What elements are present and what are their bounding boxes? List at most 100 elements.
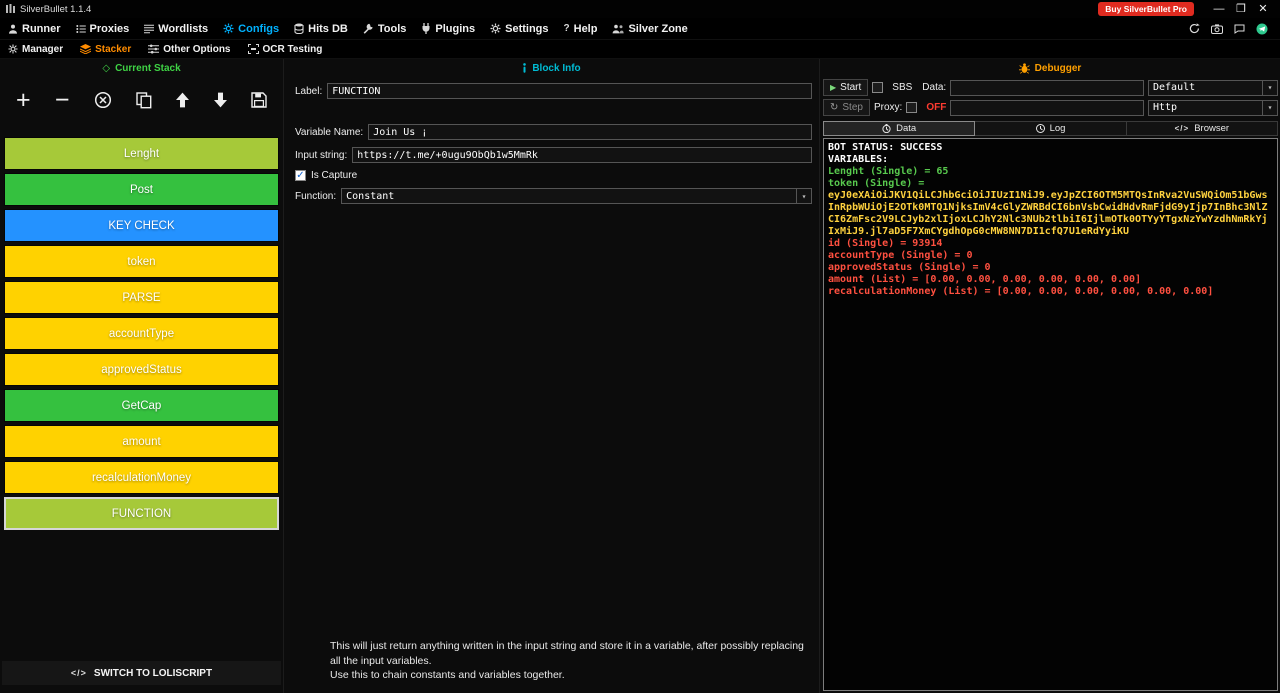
camera-icon[interactable] (1211, 24, 1223, 34)
log-line: accountType (Single) = 0 (828, 250, 1273, 262)
log-line: token (Single) = (828, 178, 1273, 190)
stacker-panel: ◇ Current Stack + − Lenght Post KEY CHEC… (0, 59, 283, 693)
code-icon: </> (1175, 124, 1190, 133)
tab-log[interactable]: Log (975, 121, 1126, 136)
log-line: BOT STATUS: SUCCESS (828, 142, 1273, 154)
close-button[interactable]: ✕ (1252, 0, 1274, 18)
sbs-checkbox[interactable] (872, 82, 883, 93)
proxy-checkbox[interactable] (906, 102, 917, 113)
debugger-panel: Debugger ▶ Start SBS Data: Default ▾ ↻ (819, 59, 1280, 693)
stack-block[interactable]: accountType (4, 317, 279, 350)
maximize-button[interactable]: ❒ (1230, 0, 1252, 18)
menu-configs[interactable]: Configs (223, 23, 279, 35)
bug-icon (1019, 63, 1030, 74)
stack-block[interactable]: token (4, 245, 279, 278)
clone-block-button[interactable] (136, 92, 152, 109)
stack-block[interactable]: KEY CHECK (4, 209, 279, 242)
proxy-type-dropdown[interactable]: Http ▾ (1148, 100, 1278, 116)
log-line: VARIABLES: (828, 154, 1273, 166)
stack-block-list: Lenght Post KEY CHECK token PARSE accoun… (0, 123, 283, 533)
menu-settings[interactable]: Settings (490, 23, 548, 35)
window-title: SilverBullet 1.1.4 (20, 4, 91, 15)
log-line: Lenght (Single) = 65 (828, 166, 1273, 178)
stack-toolbar: + − (0, 77, 283, 123)
menu-tools[interactable]: Tools (363, 23, 407, 35)
settings-icon (490, 23, 501, 34)
manager-icon (8, 44, 18, 54)
submenu-manager[interactable]: Manager (8, 44, 63, 55)
code-icon: </> (71, 668, 87, 678)
stack-block[interactable]: amount (4, 425, 279, 458)
log-line: amount (List) = [0.00, 0.00, 0.00, 0.00,… (828, 274, 1273, 286)
titlebar: SilverBullet 1.1.4 Buy SilverBullet Pro … (0, 0, 1280, 18)
block-info-panel: Block Info Label: Variable Name: Input s… (283, 59, 819, 693)
debugger-log[interactable]: BOT STATUS: SUCCESS VARIABLES: Lenght (S… (823, 138, 1278, 691)
runner-icon (8, 24, 18, 34)
wordlist-type-dropdown[interactable]: Default ▾ (1148, 80, 1278, 96)
clear-stack-button[interactable] (94, 91, 112, 109)
proxies-icon (76, 24, 86, 34)
stacker-icon (80, 44, 91, 54)
debugger-header: Debugger (820, 59, 1280, 77)
function-label: Function: (295, 191, 336, 202)
function-dropdown[interactable]: Constant ▾ (341, 188, 812, 204)
debug-data-input[interactable] (950, 80, 1144, 96)
menu-wordlists[interactable]: Wordlists (144, 23, 208, 35)
input-string-input[interactable] (352, 147, 812, 163)
stopwatch-icon (882, 124, 891, 133)
log-line: approvedStatus (Single) = 0 (828, 262, 1273, 274)
is-capture-checkbox[interactable]: ✓ (295, 170, 306, 181)
tab-browser[interactable]: </> Browser (1127, 121, 1278, 136)
stack-block[interactable]: Lenght (4, 137, 279, 170)
stack-block[interactable]: PARSE (4, 281, 279, 314)
silver-zone-icon (612, 24, 624, 34)
diamond-icon: ◇ (102, 63, 110, 74)
block-info-header: Block Info (284, 59, 819, 77)
submenu-ocr-testing[interactable]: OCR Testing (248, 44, 323, 55)
stack-block[interactable]: recalculationMoney (4, 461, 279, 494)
main-area: ◇ Current Stack + − Lenght Post KEY CHEC… (0, 59, 1280, 693)
add-block-button[interactable]: + (16, 90, 31, 110)
stack-block[interactable]: GetCap (4, 389, 279, 422)
plugins-icon (421, 23, 431, 34)
label-field-input[interactable] (327, 83, 812, 99)
step-icon: ↻ (830, 102, 838, 113)
stack-block-selected[interactable]: FUNCTION (4, 497, 279, 530)
step-button[interactable]: ↻ Step (823, 99, 870, 116)
chevron-down-icon: ▾ (1262, 101, 1277, 115)
move-up-button[interactable] (176, 92, 189, 108)
submenu-other-options[interactable]: Other Options (148, 44, 230, 55)
stack-header: ◇ Current Stack (0, 59, 283, 77)
chevron-down-icon: ▾ (1262, 81, 1277, 95)
menu-proxies[interactable]: Proxies (76, 23, 130, 35)
menu-plugins[interactable]: Plugins (421, 23, 475, 35)
telegram-icon[interactable] (1256, 23, 1268, 35)
is-capture-label: Is Capture (311, 170, 357, 181)
tray-icons (1189, 23, 1268, 35)
stack-block[interactable]: approvedStatus (4, 353, 279, 386)
log-line: id (Single) = 93914 (828, 238, 1273, 250)
sliders-icon (148, 44, 159, 54)
minimize-button[interactable]: — (1208, 0, 1230, 18)
tab-data[interactable]: Data (823, 121, 975, 136)
submenu-stacker[interactable]: Stacker (80, 44, 131, 55)
menu-hits-db[interactable]: Hits DB (294, 23, 348, 35)
menu-silver-zone[interactable]: Silver Zone (612, 23, 687, 35)
label-field-label: Label: (295, 86, 322, 97)
variable-name-input[interactable] (368, 124, 812, 140)
main-menu: Runner Proxies Wordlists Configs Hits DB… (0, 18, 1280, 40)
debug-proxy-input[interactable] (950, 100, 1144, 116)
menu-runner[interactable]: Runner (8, 23, 61, 35)
buy-pro-button[interactable]: Buy SilverBullet Pro (1098, 2, 1194, 16)
start-button[interactable]: ▶ Start (823, 79, 868, 96)
sync-icon[interactable] (1189, 23, 1200, 34)
save-icon[interactable] (251, 92, 267, 108)
sub-menu: Manager Stacker Other Options OCR Testin… (0, 40, 1280, 59)
proxy-label: Proxy: (874, 102, 902, 113)
remove-block-button[interactable]: − (55, 90, 70, 110)
move-down-button[interactable] (214, 92, 227, 108)
stack-block[interactable]: Post (4, 173, 279, 206)
chat-icon[interactable] (1234, 24, 1245, 34)
menu-help[interactable]: ? Help (564, 23, 598, 35)
switch-to-loliscript-button[interactable]: </> SWITCH TO LOLISCRIPT (2, 661, 281, 685)
